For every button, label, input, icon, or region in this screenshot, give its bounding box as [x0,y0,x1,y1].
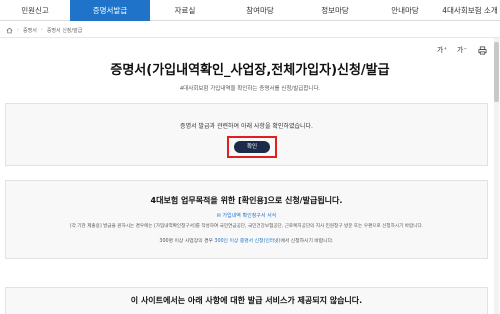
breadcrumb-separator: › [40,27,43,33]
nav-item-complaint[interactable]: 민원신고 [0,0,70,21]
font-increase-button[interactable]: 가⁺ [436,44,448,56]
unavailable-services-box: 이 사이트에서는 아래 사항에 대한 발급 서비스가 제공되지 않습니다. [5,287,488,314]
nav-item-guide[interactable]: 안내마당 [370,0,440,21]
home-icon[interactable] [6,27,13,34]
nav-item-participation[interactable]: 참여마당 [220,0,300,21]
breadcrumb-item-current: 증명서 신청/발급 [46,27,83,34]
confirm-highlight-outline: 확인 [227,136,277,158]
vertical-scrollbar[interactable] [494,38,499,314]
nav-item-resources[interactable]: 자료실 [150,0,220,21]
print-button[interactable] [476,44,488,56]
page-subtitle: 4대사회보험 가입내역을 확인하는 증명서를 신청/발급합니다. [179,86,321,92]
print-icon [478,46,486,54]
info-box-note: 300명 이상 사업장의 경우 300인 이상 증명서 신청(인터넷)에서 신청… [6,237,487,244]
info-box-title: 4대보험 업무목적을 위한 [확인용]으로 신청/발급됩니다. [150,196,343,205]
info-box: 4대보험 업무목적을 위한 [확인용]으로 신청/발급됩니다. ✉ 가입내역 확… [5,180,488,259]
confirm-notice-text: 증명서 발급과 관련하여 아래 사항을 확인하였습니다. [180,123,313,130]
breadcrumb-divider [0,37,500,38]
page-title: 증명서(가입내역확인_사업장,전체가입자)신청/발급 [110,63,390,78]
info-note-suffix: 에서 신청하시기 바랍니다. [280,239,334,244]
scrollbar-thumb[interactable] [494,42,499,102]
font-increase-icon: 가⁺ [436,46,448,54]
large-employer-link[interactable]: 300인 이상 증명서 신청(인터넷) [214,239,280,244]
breadcrumb-item-certificate[interactable]: 증명서 [23,27,37,34]
nav-item-information[interactable]: 정보마당 [300,0,370,21]
nav-item-certificate[interactable]: 증명서발급 [70,0,150,21]
breadcrumb: › 증명서 › 증명서 신청/발급 [6,24,82,36]
top-nav: 민원신고 증명서발급 자료실 참여마당 정보마당 안내마당 4대사회보험 소개 [0,0,500,21]
unavailable-services-title: 이 사이트에서는 아래 사항에 대한 발급 서비스가 제공되지 않습니다. [130,296,363,305]
confirm-notice-box: 증명서 발급과 관련하여 아래 사항을 확인하였습니다. 확인 [5,103,488,166]
font-decrease-button[interactable]: 가⁻ [456,44,468,56]
breadcrumb-separator: › [17,27,19,33]
form-download-link[interactable]: ✉ 가입내역 확인청구서 서식 [6,212,487,219]
nav-item-intro[interactable]: 4대사회보험 소개 [440,0,500,21]
font-decrease-icon: 가⁻ [456,46,468,54]
info-box-description: [각 기관 제출용] 발급을 원하시는 경우에는 [가입내역확인청구서]를 작성… [69,224,424,229]
confirm-button[interactable]: 확인 [234,141,270,153]
info-note-prefix: 300명 이상 사업장의 경우 [159,239,215,244]
